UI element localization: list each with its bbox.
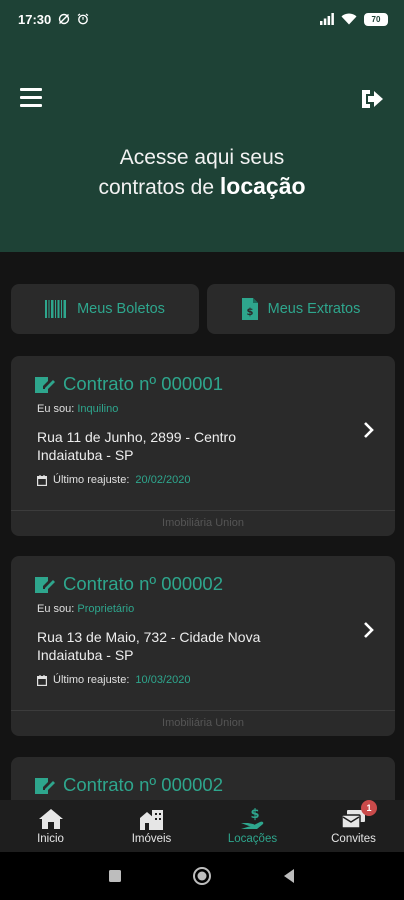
role-label: Eu sou: [37,603,75,615]
nav-label: Locações [227,833,278,845]
wifi-icon [341,13,357,25]
nav-item-convites[interactable]: Convites 1 [303,800,404,852]
status-bar: 17:30 70 [0,0,404,38]
meus-boletos-button[interactable]: Meus Boletos [11,284,199,334]
contract-card[interactable]: Contrato nº 000002 Eu sou: Proprietário … [11,556,395,736]
contract-address: Rua 11 de Junho, 2899 - Centro Indaiatub… [37,428,236,464]
meus-extratos-button[interactable]: $ Meus Extratos [207,284,395,334]
home-icon [38,809,63,829]
notification-badge: 1 [361,800,377,816]
page-title-bold: locação [219,173,306,199]
calendar-icon [37,474,47,486]
page-title-line1: Acesse aqui seus [119,146,285,169]
page-title-line2: contratos de locação [0,172,404,202]
contract-adjustment: Último reajuste: 10/03/2020 [37,674,190,686]
address-line1: Rua 11 de Junho, 2899 - Centro [37,429,236,445]
barcode-icon [45,300,67,318]
hamburger-icon-bar [20,96,42,99]
address-line2: Indaiatuba - SP [37,647,134,663]
invoice-dollar-icon: $ [241,298,258,320]
meus-extratos-label: Meus Extratos [267,301,361,317]
buildings-icon [139,810,163,830]
hand-money-icon: $ [240,807,263,829]
nav-item-imoveis[interactable]: Imóveis [101,800,202,852]
nav-icon-wrap [139,807,164,831]
calendar-icon [37,674,47,686]
back-icon[interactable] [282,868,296,884]
contract-title-text: Contrato nº 000002 [63,573,224,594]
contract-address: Rua 13 de Maio, 732 - Cidade Nova Indaia… [37,628,260,664]
page-title-prefix: contratos de [98,176,220,199]
svg-text:$: $ [250,807,259,822]
address-line1: Rua 13 de Maio, 732 - Cidade Nova [37,629,261,645]
contract-adjustment: Último reajuste: 20/02/2020 [37,474,190,486]
adjustment-date: 20/02/2020 [135,474,191,486]
system-nav-bar [0,852,404,900]
hamburger-icon-bar [20,104,42,107]
status-left: 17:30 [18,12,89,27]
contract-icon [35,778,55,794]
nav-label: Imóveis [131,833,172,845]
menu-button[interactable] [20,88,42,108]
nav-icon-wrap [38,807,64,831]
agency-name: Imobiliária Union [11,510,395,536]
contract-card[interactable]: Contrato nº 000001 Eu sou: Inquilino Rua… [11,356,395,536]
nav-item-locacoes[interactable]: $ Locações [202,800,303,852]
do-not-disturb-icon [59,13,70,25]
contract-icon [35,377,55,393]
nav-label: Convites [331,833,376,845]
contract-title-text: Contrato nº 000001 [63,373,224,394]
contract-role: Eu sou: Proprietário [37,603,134,615]
contract-role: Eu sou: Inquilino [37,403,118,415]
contract-icon [35,577,55,593]
battery-icon: 70 [364,12,388,26]
contract-title: Contrato nº 000002 [35,573,223,595]
recents-icon[interactable] [108,869,122,883]
signal-icon [320,13,334,25]
home-button-icon[interactable] [192,866,212,886]
status-right: 70 [320,12,388,26]
meus-boletos-label: Meus Boletos [77,301,165,317]
chevron-right-icon [364,622,374,638]
nav-icon-wrap: $ [240,807,266,831]
adjustment-label: Último reajuste: [53,474,130,486]
hamburger-icon-bar [20,88,42,91]
bottom-nav: Inicio Imóveis $ Locações Convites 1 [0,800,404,852]
agency-name: Imobiliária Union [11,710,395,736]
role-value: Proprietário [77,603,135,615]
address-line2: Indaiatuba - SP [37,447,134,463]
logout-icon[interactable] [360,88,384,110]
adjustment-label: Último reajuste: [53,674,130,686]
alarm-icon [77,13,89,25]
nav-item-inicio[interactable]: Inicio [0,800,101,852]
contract-title-text: Contrato nº 000002 [63,774,224,795]
header: Acesse aqui seus contratos de locação [0,38,404,252]
status-time: 17:30 [18,11,52,27]
contract-title: Contrato nº 000001 [35,373,223,395]
role-value: Inquilino [77,403,119,415]
svg-text:$: $ [246,307,253,318]
adjustment-date: 10/03/2020 [135,674,191,686]
role-label: Eu sou: [37,403,75,415]
chevron-right-icon [364,422,374,438]
contract-title: Contrato nº 000002 [35,774,223,796]
page-title: Acesse aqui seus contratos de locação [0,143,404,202]
nav-label: Inicio [37,833,64,845]
